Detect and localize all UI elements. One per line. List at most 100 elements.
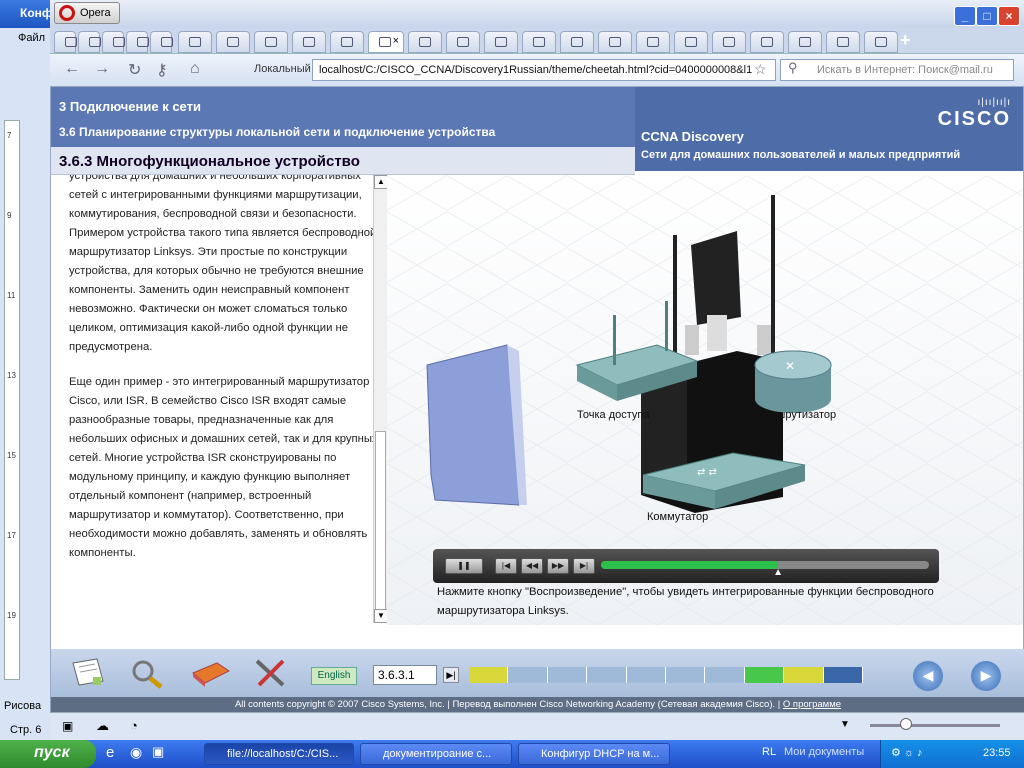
task-word-doc[interactable]: документироание с... [360,743,512,765]
tools-icon[interactable] [247,653,297,693]
scroll-thumb[interactable] [375,431,386,615]
cisco-logo-text: CISCO [937,108,1011,130]
start-button[interactable]: пуск [0,740,96,768]
system-tray: ⚙ ☼ ♪ 23:55 [880,740,1024,768]
scroll-down-icon[interactable]: ▼ [374,609,388,623]
tab[interactable] [216,31,250,53]
skip-end-icon[interactable]: ▶| [573,558,595,574]
step-forward-icon[interactable]: ▶▶ [547,558,569,574]
forward-icon[interactable]: → [94,60,110,78]
progress-track[interactable] [601,561,929,569]
zoom-slider[interactable] [870,724,1000,727]
tab-search[interactable] [102,31,125,53]
tab[interactable] [864,31,898,53]
go-page-icon[interactable]: ▶| [443,667,459,683]
tab[interactable] [826,31,860,53]
opera-menu-button[interactable]: Opera [54,2,120,24]
search-icon[interactable]: ⚲ [788,60,798,76]
key-icon[interactable]: ⚷ [156,60,168,80]
text-scrollbar[interactable]: ▲ ▼ [373,175,388,623]
word-draw-menu[interactable]: Рисова [4,700,41,712]
tab[interactable] [292,31,326,53]
tab[interactable] [254,31,288,53]
language-button[interactable]: English [311,667,357,685]
taskbar: e ◉ ▣ file://localhost/C:/CIS... докумен… [0,740,1024,768]
pause-button[interactable]: ❚❚ [445,558,483,574]
tab-speed-dial[interactable] [178,31,212,53]
close-tab-icon[interactable]: × [393,35,399,47]
panel-toggle-icon[interactable]: ▣ [62,719,73,733]
close-button[interactable]: × [998,6,1020,26]
prev-page-arrow-icon[interactable]: ◀ [913,661,943,691]
my-documents-toolbar[interactable]: Мои документы [784,746,864,758]
about-link[interactable]: О программе [783,699,841,710]
page-segment[interactable] [823,667,864,683]
tab-active[interactable]: × [368,31,404,53]
page-progress-segments[interactable] [469,667,864,683]
footer: All contents copyright © 2007 Cisco Syst… [51,697,1024,713]
progress-marker-icon[interactable]: ▲ [773,567,783,578]
page-segment[interactable] [705,667,745,683]
chrome-icon[interactable]: ◉ [130,744,142,761]
zoom-knob[interactable] [900,718,912,730]
search-input[interactable]: Искать в Интернет: Поиск@mail.ru [780,59,1014,81]
cloud-icon[interactable]: ☁ [96,718,109,734]
clock: 23:55 [983,747,1011,759]
bookmark-star-icon[interactable]: ☆ [754,61,767,78]
page-segment[interactable] [508,667,548,683]
tab[interactable] [788,31,822,53]
page-segment[interactable] [587,667,627,683]
tab[interactable] [408,31,442,53]
tab[interactable] [636,31,670,53]
zoom-menu-icon[interactable]: ▼ [840,719,850,730]
tab[interactable] [598,31,632,53]
next-page-arrow-icon[interactable]: ▶ [971,661,1001,691]
task-word-dhcp[interactable]: Конфигур DHCP на м... [518,743,670,765]
tab[interactable] [750,31,784,53]
notes-icon[interactable] [63,653,113,693]
tab[interactable] [560,31,594,53]
tab[interactable] [522,31,556,53]
search-magnifier-icon[interactable] [123,653,173,693]
page-segment[interactable] [469,667,509,683]
scroll-up-icon[interactable]: ▲ [374,175,388,189]
tab[interactable] [712,31,746,53]
back-icon[interactable]: ← [64,60,80,78]
tray-icons[interactable]: ⚙ ☼ ♪ [891,746,923,759]
home-icon[interactable]: ⌂ [190,60,200,78]
topic-title: 3.6.3 Многофункциональное устройство [51,147,635,175]
tab[interactable] [484,31,518,53]
word-menu-file[interactable]: Файл [18,32,45,44]
task-opera[interactable]: file://localhost/C:/CIS... [204,743,354,765]
page-segment[interactable] [784,667,824,683]
copyright-text: All contents copyright © 2007 Cisco Syst… [234,699,783,710]
tab-mailru[interactable] [78,31,101,53]
rewind-start-icon[interactable]: |◀ [495,558,517,574]
page-number-field[interactable]: 3.6.3.1 [373,665,437,685]
security-badge[interactable]: Локальный [226,60,311,80]
reload-icon[interactable]: ↻ [128,60,141,80]
tab-mail[interactable] [54,31,77,53]
tab-vk[interactable] [126,31,149,53]
step-back-icon[interactable]: ◀◀ [521,558,543,574]
word-page-status: Стр. 6 [10,724,42,736]
keyboard-language[interactable]: RL [762,746,776,758]
page-segment[interactable] [744,667,785,683]
new-tab-button[interactable]: + [900,30,911,51]
page-segment[interactable] [547,667,588,683]
tab[interactable] [446,31,480,53]
glossary-book-icon[interactable] [185,653,235,693]
ie-icon[interactable]: e [106,744,114,761]
tab-yandex[interactable] [150,31,173,53]
maximize-button[interactable]: □ [976,6,998,26]
speed-icon[interactable]: ◔ [130,718,138,733]
media-icon[interactable]: ▣ [152,744,164,760]
minimize-button[interactable]: _ [954,6,976,26]
page-segment[interactable] [666,667,706,683]
page-segment[interactable] [626,667,667,683]
vertical-ruler: 7 9 11 13 15 17 19 [4,120,20,680]
address-field[interactable]: localhost/C:/CISCO_CCNA/Discovery1Russia… [312,59,776,81]
tab[interactable] [330,31,364,53]
tab[interactable] [674,31,708,53]
subsection-title: 3.6 Планирование структуры локальной сет… [59,125,496,139]
